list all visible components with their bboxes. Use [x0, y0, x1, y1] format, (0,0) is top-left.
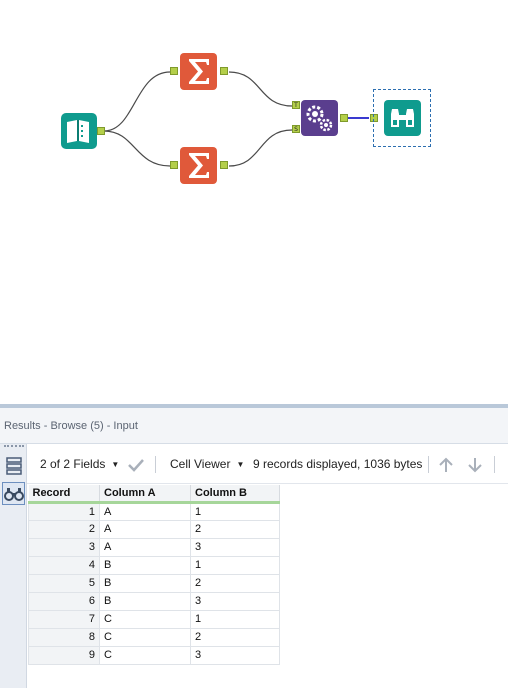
table-row[interactable]: 9C3 — [28, 645, 280, 665]
gears-icon — [301, 100, 338, 136]
column-b-cell[interactable]: 2 — [190, 627, 280, 647]
column-a-cell[interactable]: B — [99, 555, 191, 575]
append-output-anchor[interactable] — [340, 114, 348, 122]
column-a-cell[interactable]: C — [99, 645, 191, 665]
summarize-top-output-anchor[interactable] — [220, 67, 228, 75]
summarize-top-input-anchor[interactable] — [170, 67, 178, 75]
results-side-strip — [0, 444, 27, 688]
toolbar-separator — [494, 456, 495, 473]
table-row[interactable]: 7C1 — [28, 609, 280, 629]
book-icon — [61, 113, 97, 149]
table-row[interactable]: 4B1 — [28, 555, 280, 575]
column-a-cell[interactable]: B — [99, 591, 191, 611]
table-row[interactable]: 5B2 — [28, 573, 280, 593]
results-toolbar: 2 of 2 Fields ▼ Cell Viewer ▼ 9 records di… — [27, 444, 508, 484]
chevron-down-icon: ▼ — [236, 459, 245, 469]
connection-summarize-bottom-to-append — [228, 129, 293, 167]
data-view-button[interactable] — [2, 482, 25, 505]
table-row[interactable]: 6B3 — [28, 591, 280, 611]
record-number-cell[interactable]: 4 — [28, 555, 100, 575]
fields-dropdown[interactable]: 2 of 2 Fields ▼ — [40, 444, 119, 484]
record-number-cell[interactable]: 2 — [28, 519, 100, 539]
summarize-bottom-input-anchor[interactable] — [170, 161, 178, 169]
column-a-cell[interactable]: C — [99, 609, 191, 629]
column-b-cell[interactable]: 1 — [190, 501, 280, 521]
browse-tool[interactable] — [384, 100, 421, 136]
connection-input-to-summarize-top — [103, 71, 171, 132]
cell-viewer-label: Cell Viewer — [170, 457, 231, 471]
fields-dropdown-label: 2 of 2 Fields — [40, 457, 106, 471]
connection-layer — [103, 71, 369, 167]
column-b-cell[interactable]: 3 — [190, 537, 280, 557]
results-title: Results - Browse (5) - Input — [0, 408, 508, 444]
sigma-icon — [180, 53, 217, 90]
binoculars-icon — [384, 100, 421, 136]
input-data-tool[interactable] — [61, 113, 97, 149]
cell-viewer-dropdown[interactable]: Cell Viewer ▼ — [170, 444, 244, 484]
append-fields-tool[interactable] — [301, 100, 338, 136]
record-number-cell[interactable]: 3 — [28, 537, 100, 557]
metadata-view-button[interactable] — [2, 454, 25, 477]
table-row[interactable]: 2A2 — [28, 519, 280, 539]
summarize-tool-top[interactable] — [180, 53, 217, 90]
column-header-column-a[interactable]: Column A — [99, 485, 191, 504]
toolbar-separator — [428, 456, 429, 473]
chevron-down-icon: ▼ — [111, 459, 120, 469]
workflow-canvas[interactable]: T S — [0, 0, 508, 404]
rows-icon — [5, 456, 22, 475]
toolbar-separator — [155, 456, 156, 473]
table-row[interactable]: 1A1 — [28, 501, 280, 521]
scroll-up-button[interactable] — [437, 444, 455, 484]
grip-handle[interactable] — [4, 445, 24, 449]
table-row[interactable]: 3A3 — [28, 537, 280, 557]
column-b-cell[interactable]: 3 — [190, 645, 280, 665]
column-header-column-b[interactable]: Column B — [190, 485, 280, 504]
column-a-cell[interactable]: A — [99, 501, 191, 521]
append-target-anchor[interactable]: T — [292, 101, 300, 109]
column-a-cell[interactable]: A — [99, 537, 191, 557]
column-a-cell[interactable]: B — [99, 573, 191, 593]
summarize-tool-bottom[interactable] — [180, 147, 217, 184]
column-a-cell[interactable]: C — [99, 627, 191, 647]
results-table: Record Column A Column B 1A12A23A34B15B2… — [28, 485, 280, 665]
column-a-cell[interactable]: A — [99, 519, 191, 539]
column-header-record[interactable]: Record — [28, 485, 100, 504]
column-b-cell[interactable]: 2 — [190, 573, 280, 593]
records-info: 9 records displayed, 1036 bytes — [253, 457, 423, 471]
summarize-bottom-output-anchor[interactable] — [220, 161, 228, 169]
column-b-cell[interactable]: 1 — [190, 609, 280, 629]
apply-check-button[interactable] — [127, 444, 145, 484]
column-b-cell[interactable]: 3 — [190, 591, 280, 611]
append-source-anchor[interactable]: S — [292, 125, 300, 133]
binoculars-icon — [3, 487, 24, 501]
record-number-cell[interactable]: 8 — [28, 627, 100, 647]
record-number-cell[interactable]: 1 — [28, 501, 100, 521]
record-number-cell[interactable]: 9 — [28, 645, 100, 665]
table-header-row: Record Column A Column B — [28, 485, 280, 504]
record-number-cell[interactable]: 7 — [28, 609, 100, 629]
table-row[interactable]: 8C2 — [28, 627, 280, 647]
input-output-anchor[interactable] — [97, 127, 105, 135]
column-b-cell[interactable]: 1 — [190, 555, 280, 575]
column-b-cell[interactable]: 2 — [190, 519, 280, 539]
scroll-down-button[interactable] — [466, 444, 484, 484]
record-number-cell[interactable]: 6 — [28, 591, 100, 611]
connection-summarize-top-to-append — [228, 71, 293, 107]
checkmark-icon — [128, 458, 144, 472]
connection-input-to-summarize-bottom — [103, 130, 171, 167]
arrow-up-icon — [439, 457, 453, 472]
record-number-cell[interactable]: 5 — [28, 573, 100, 593]
arrow-down-icon — [468, 457, 482, 473]
sigma-icon — [180, 147, 217, 184]
